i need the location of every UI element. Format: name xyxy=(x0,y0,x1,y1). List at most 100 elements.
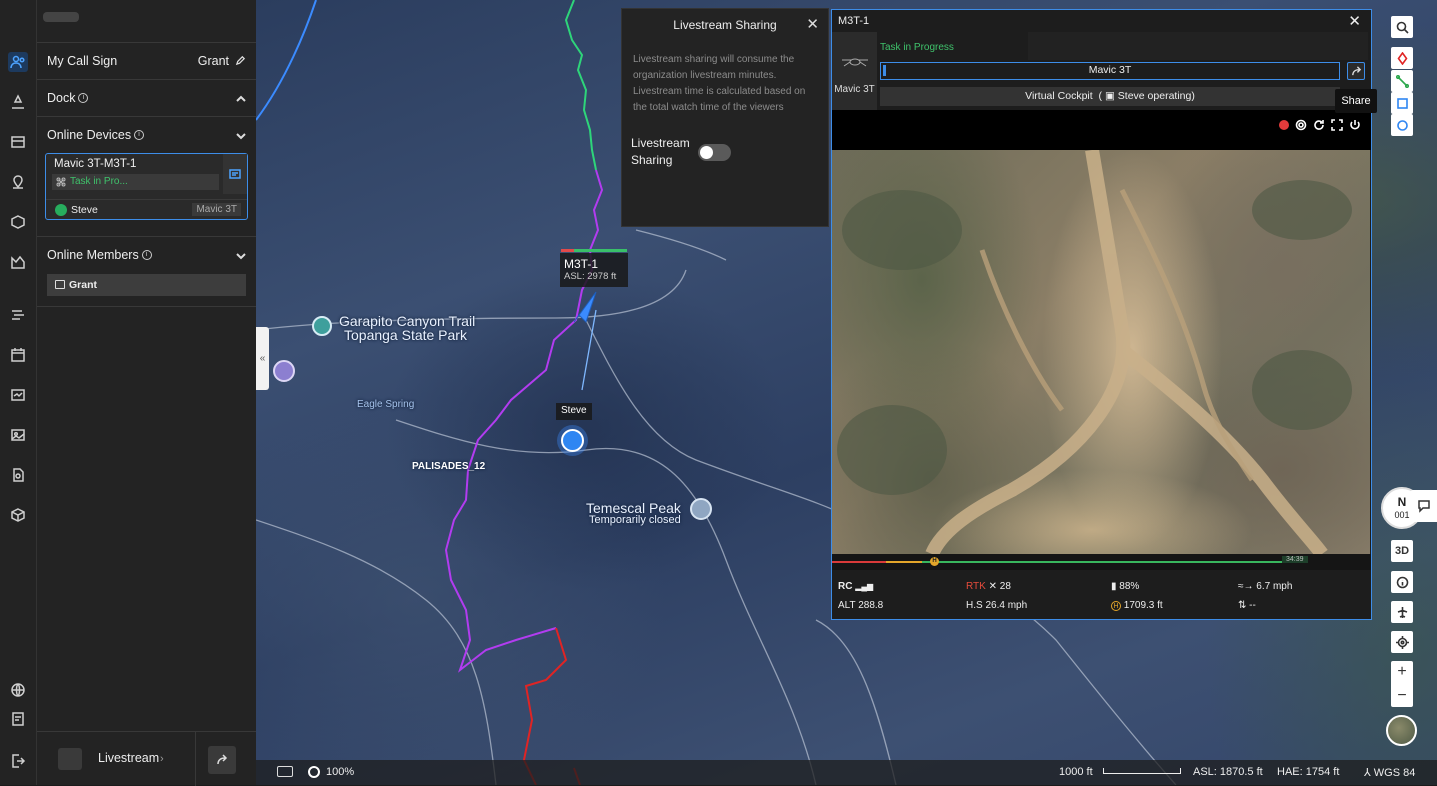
share-icon xyxy=(217,754,228,765)
remote-controller-icon[interactable] xyxy=(561,429,584,452)
share-button[interactable] xyxy=(1347,62,1365,80)
gallery-icon[interactable] xyxy=(8,425,28,445)
member-item[interactable]: Grant xyxy=(47,274,246,296)
nav-rail xyxy=(0,0,37,785)
package-icon[interactable] xyxy=(8,505,28,525)
line-tool[interactable] xyxy=(1391,70,1413,92)
media-poi-icon[interactable] xyxy=(273,360,295,382)
device-window: M3T-1 ✕ Mavic 3T Task in Progress Mavic … xyxy=(831,9,1372,620)
pilot-name: Steve xyxy=(71,204,98,216)
polygon-tool[interactable] xyxy=(1391,92,1413,114)
record-icon[interactable] xyxy=(1279,120,1289,130)
close-icon[interactable]: ✕ xyxy=(806,15,819,33)
device-status: Task in Progress xyxy=(880,42,954,53)
fullscreen-icon[interactable] xyxy=(1331,119,1343,131)
cursor-hae: HAE: 1754 ft xyxy=(1277,766,1340,778)
chevron-down-icon[interactable] xyxy=(236,130,246,140)
chevron-up-icon[interactable] xyxy=(236,93,246,103)
wind-icon: ≈→ xyxy=(1238,581,1254,592)
model-icon[interactable] xyxy=(8,212,28,232)
dock-section-header[interactable]: Dock i xyxy=(37,79,256,115)
header-strip xyxy=(1028,32,1368,60)
document-icon[interactable] xyxy=(8,465,28,485)
annotation-icon[interactable] xyxy=(8,92,28,112)
live-video-feed[interactable] xyxy=(832,150,1370,554)
online-devices-header[interactable]: Online Devices i xyxy=(37,116,256,152)
model-selector[interactable]: Mavic 3T xyxy=(880,62,1340,80)
info-icon xyxy=(1396,576,1408,588)
opacity-icon[interactable] xyxy=(308,766,320,778)
share-route-button[interactable] xyxy=(208,746,236,774)
vertical-speed-value: -- xyxy=(1249,600,1256,611)
zoom-in-button[interactable]: + xyxy=(1391,661,1413,683)
map-label-peak-status: Temporarily closed xyxy=(589,514,681,526)
info-icon[interactable]: i xyxy=(141,249,152,260)
vertical-speed: ⇅ -- xyxy=(1238,600,1256,611)
pin-point-tool[interactable] xyxy=(1391,47,1413,69)
chat-button[interactable] xyxy=(1410,490,1437,522)
circle-tool[interactable] xyxy=(1391,114,1413,136)
model-selector-text: Mavic 3T xyxy=(1088,64,1132,76)
map-search-button[interactable] xyxy=(1391,16,1413,38)
livestream-button[interactable]: Livestream xyxy=(98,751,159,765)
refresh-icon[interactable] xyxy=(1313,119,1325,131)
livestream-sharing-popup: Livestream Sharing ✕ Livestream sharing … xyxy=(621,8,829,227)
view-3d-button[interactable]: 3D xyxy=(1391,540,1413,562)
edit-icon[interactable] xyxy=(235,55,246,66)
horizontal-speed: H.S 26.4 mph xyxy=(966,600,1028,611)
telemetry-panel: RC ▂▄▆ RTK ✕ 28 ▮ 88% ≈→ 6.7 mph ALT 288… xyxy=(832,572,1371,618)
media-icon[interactable] xyxy=(8,132,28,152)
altitude: ALT 288.8 xyxy=(838,600,884,611)
online-members-label: Online Members xyxy=(47,247,139,262)
map-opacity: 100% xyxy=(326,766,355,778)
polygon-icon xyxy=(1396,97,1408,109)
gear-icon[interactable] xyxy=(1295,119,1307,131)
chevron-right-icon[interactable]: › xyxy=(160,753,164,765)
rc-label: RC xyxy=(838,581,853,592)
cockpit-operator: Steve operating) xyxy=(1117,90,1195,102)
grid-icon[interactable] xyxy=(58,748,82,770)
share-tooltip: Share xyxy=(1335,89,1377,113)
vertical-speed-icon: ⇅ xyxy=(1238,600,1247,611)
home-point-marker: H xyxy=(930,557,939,566)
circle-icon xyxy=(1396,119,1408,131)
my-location-button[interactable] xyxy=(1391,631,1413,653)
virtual-cockpit-button[interactable]: Virtual Cockpit ( ▣ Steve operating) xyxy=(880,87,1340,106)
calendar-icon[interactable] xyxy=(8,345,28,365)
map-layer-switcher[interactable] xyxy=(1386,715,1417,746)
flight-route-icon[interactable] xyxy=(8,305,28,325)
power-icon[interactable] xyxy=(1349,119,1361,131)
livestream-view-icon[interactable] xyxy=(223,154,247,194)
settings-doc-icon[interactable] xyxy=(8,709,28,729)
info-icon[interactable]: i xyxy=(78,92,89,103)
trail-poi-icon[interactable] xyxy=(312,316,332,336)
map-pin-icon[interactable] xyxy=(8,172,28,192)
drone-icon xyxy=(56,177,66,187)
device-card[interactable]: Mavic 3T-M3T-1 Task in Pro... Steve Mavi… xyxy=(45,153,248,220)
call-sign-value: Grant xyxy=(197,53,229,68)
task-record-icon[interactable] xyxy=(8,385,28,405)
chevron-down-icon[interactable] xyxy=(236,250,246,260)
aircraft-locate-button[interactable] xyxy=(1391,601,1413,623)
livestream-toggle[interactable] xyxy=(698,144,731,161)
map-info-button[interactable] xyxy=(1391,571,1413,593)
online-members-header[interactable]: Online Members i xyxy=(37,236,256,272)
logout-icon[interactable] xyxy=(8,751,28,771)
flight-timeline[interactable]: H 34:39 xyxy=(832,554,1371,570)
keyboard-icon[interactable] xyxy=(277,766,293,777)
satellite-icon: ✕ xyxy=(988,581,997,592)
terrain-icon[interactable] xyxy=(8,252,28,272)
team-icon[interactable] xyxy=(8,52,28,72)
pin-icon xyxy=(1397,51,1407,65)
coordinate-system[interactable]: ⅄ WGS 84 xyxy=(1364,766,1415,779)
zoom-out-button[interactable]: − xyxy=(1391,685,1413,707)
close-icon[interactable]: ✕ xyxy=(1348,12,1361,30)
info-icon[interactable]: i xyxy=(134,129,145,140)
device-model-label: Mavic 3T xyxy=(834,84,875,95)
collapse-panel-button[interactable]: « xyxy=(256,327,269,390)
drone-marker-label[interactable]: M3T-1 ASL: 2978 ft xyxy=(560,253,628,287)
globe-icon[interactable] xyxy=(8,680,28,700)
map-scale: 1000 ft xyxy=(1059,766,1093,778)
zoom-controls: + − xyxy=(1391,661,1413,707)
peak-poi-icon[interactable] xyxy=(690,498,712,520)
